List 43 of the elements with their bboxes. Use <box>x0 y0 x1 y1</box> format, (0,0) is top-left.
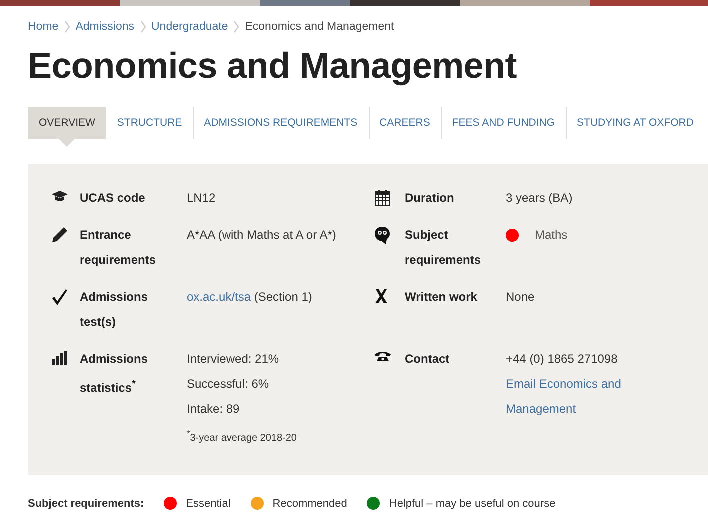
tab[interactable]: OVERVIEW <box>28 107 106 147</box>
detail-label: Subject requirements <box>405 227 482 269</box>
detail-value: A*AA (with Maths at A or A*) <box>187 227 338 244</box>
head-gears-icon <box>375 227 390 245</box>
detail-value: Maths <box>535 227 568 244</box>
legend-label: Recommended <box>272 498 348 510</box>
chevron-icon <box>234 21 240 33</box>
legend-label: Essential <box>186 498 231 510</box>
legend-title: Subject requirements: <box>28 498 144 510</box>
page-title: Economics and Management <box>28 44 518 88</box>
pencil-icon <box>52 227 68 243</box>
graduation-cap-icon <box>52 190 68 202</box>
detail-label: UCAS code <box>80 190 146 207</box>
detail-value: None <box>506 289 536 306</box>
detail-value: Intake: 89 <box>187 401 241 418</box>
signal-bars-icon <box>52 351 67 365</box>
breadcrumb-link[interactable]: Home <box>28 21 59 33</box>
detail-value: Successful: 6% <box>187 376 270 393</box>
tab[interactable]: STRUCTURE <box>106 107 194 147</box>
legend-label: Helpful – may be useful on course <box>389 498 556 510</box>
chevron-icon <box>140 21 146 33</box>
chevron-icon <box>64 21 70 33</box>
detail-label: Entrance requirements <box>80 227 158 269</box>
detail-label: Written work <box>405 289 478 306</box>
footnote: $^{*}$3-year average 2018-20 <box>187 428 298 446</box>
detail-value: LN12 <box>187 190 217 207</box>
detail-value: (Section 1) <box>253 290 312 304</box>
detail-label: Duration <box>405 190 456 207</box>
telephone-icon <box>375 351 391 362</box>
detail-label: Admissions test(s) <box>80 289 150 331</box>
detail-link[interactable]: Email Economics and Management <box>506 372 646 422</box>
check-icon <box>52 289 68 306</box>
breadcrumb-current: Economics and Management <box>245 21 394 33</box>
calendar-icon <box>375 190 390 206</box>
detail-value: Interviewed: 21% <box>187 351 280 368</box>
detail-value: 3 years (BA) <box>506 190 574 207</box>
breadcrumb-link[interactable]: Undergraduate <box>152 21 228 33</box>
detail-value: +44 (0) 1865 271098 <box>506 351 619 368</box>
detail-link[interactable]: ox.ac.uk/tsa <box>187 290 252 304</box>
cross-icon <box>375 289 388 304</box>
detail-label: Contact <box>405 351 451 368</box>
breadcrumb-link[interactable]: Admissions <box>76 21 134 33</box>
detail-label: Admissions statistics$^{*}$ <box>80 351 150 397</box>
